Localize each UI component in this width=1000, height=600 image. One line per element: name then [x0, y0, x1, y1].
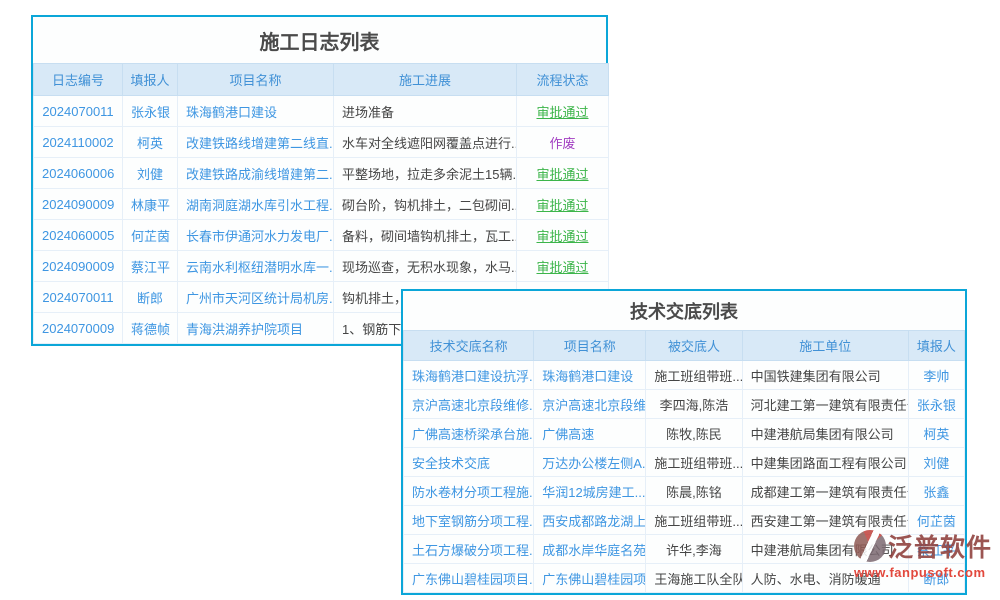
construction-unit-cell: 中建港航局集团有限公司 — [742, 419, 908, 448]
construction-log-title: 施工日志列表 — [33, 17, 606, 63]
reporter-cell[interactable]: 李帅 — [908, 361, 964, 390]
project-name-cell[interactable]: 青海洪湖养护院项目 — [178, 313, 334, 344]
disclosure-name-cell[interactable]: 珠海鹤港口建设抗浮... — [404, 361, 534, 390]
construction-unit-cell: 成都建工第一建筑有限责任公司 — [742, 477, 908, 506]
reporter-cell[interactable]: 何芷茵 — [123, 220, 178, 251]
log-id-cell[interactable]: 2024070011 — [34, 96, 123, 127]
receiver-cell: 施工班组带班... — [646, 506, 742, 535]
reporter-cell[interactable]: 蔡江平 — [123, 251, 178, 282]
table-row: 安全技术交底万达办公楼左侧A...施工班组带班...中建集团路面工程有限公司刘健 — [404, 448, 965, 477]
project-name-cell[interactable]: 广佛高速 — [534, 419, 646, 448]
project-name-column-header: 项目名称 — [534, 331, 646, 361]
status-cell[interactable]: 审批通过 — [517, 96, 609, 127]
receiver-cell: 施工班组带班... — [646, 448, 742, 477]
reporter-column-header: 填报人 — [123, 64, 178, 96]
table-row: 2024060005何芷茵长春市伊通河水力发电厂...备料，砌间墙钩机排土，瓦工… — [34, 220, 609, 251]
status-column-header: 流程状态 — [517, 64, 609, 96]
reporter-cell[interactable]: 柯英 — [123, 127, 178, 158]
project-name-cell[interactable]: 西安成都路龙湖上... — [534, 506, 646, 535]
project-name-cell[interactable]: 长春市伊通河水力发电厂... — [178, 220, 334, 251]
disclosure-name-cell[interactable]: 土石方爆破分项工程... — [404, 535, 534, 564]
progress-cell: 水车对全线遮阳网覆盖点进行... — [334, 127, 517, 158]
project-name-cell[interactable]: 珠海鹤港口建设 — [178, 96, 334, 127]
log-id-cell[interactable]: 2024060006 — [34, 158, 123, 189]
project-name-cell[interactable]: 广东佛山碧桂园项目 — [534, 564, 646, 593]
project-name-cell[interactable]: 改建铁路成渝线增建第二... — [178, 158, 334, 189]
table-row: 防水卷材分项工程施...华润12城房建工...陈晨,陈铭成都建工第一建筑有限责任… — [404, 477, 965, 506]
disclosure-name-cell[interactable]: 防水卷材分项工程施... — [404, 477, 534, 506]
status-cell[interactable]: 审批通过 — [517, 220, 609, 251]
progress-cell: 备料，砌间墙钩机排土，瓦工... — [334, 220, 517, 251]
log-id-cell[interactable]: 2024060005 — [34, 220, 123, 251]
fanpu-url-text: www.fanpusoft.com — [854, 565, 1000, 580]
progress-cell: 进场准备 — [334, 96, 517, 127]
reporter-cell[interactable]: 蒋德帧 — [123, 313, 178, 344]
receiver-cell: 施工班组带班... — [646, 361, 742, 390]
technical-disclosure-title: 技术交底列表 — [403, 291, 965, 330]
status-cell[interactable]: 审批通过 — [517, 189, 609, 220]
construction-unit-cell: 河北建工第一建筑有限责任公司 — [742, 390, 908, 419]
log-id-cell[interactable]: 2024110002 — [34, 127, 123, 158]
receiver-cell: 李四海,陈浩 — [646, 390, 742, 419]
log-id-cell[interactable]: 2024070011 — [34, 282, 123, 313]
reporter-cell[interactable]: 林康平 — [123, 189, 178, 220]
receiver-column-header: 被交底人 — [646, 331, 742, 361]
reporter-cell[interactable]: 张永银 — [123, 96, 178, 127]
disclosure-name-cell[interactable]: 广东佛山碧桂园项目... — [404, 564, 534, 593]
receiver-cell: 陈晨,陈铭 — [646, 477, 742, 506]
project-name-cell[interactable]: 改建铁路线增建第二线直... — [178, 127, 334, 158]
reporter-cell[interactable]: 张鑫 — [908, 477, 964, 506]
reporter-column-header: 填报人 — [908, 331, 964, 361]
construction-unit-cell: 中国铁建集团有限公司 — [742, 361, 908, 390]
project-name-cell[interactable]: 京沪高速北京段维修 — [534, 390, 646, 419]
reporter-cell[interactable]: 刘健 — [908, 448, 964, 477]
project-name-cell[interactable]: 万达办公楼左侧A... — [534, 448, 646, 477]
log-id-cell[interactable]: 2024070009 — [34, 313, 123, 344]
table-row: 广佛高速桥梁承台施...广佛高速陈牧,陈民中建港航局集团有限公司柯英 — [404, 419, 965, 448]
reporter-cell[interactable]: 柯英 — [908, 419, 964, 448]
progress-cell: 砌台阶，钩机排土，二包砌间... — [334, 189, 517, 220]
construction-unit-cell: 中建集团路面工程有限公司 — [742, 448, 908, 477]
status-cell[interactable]: 审批通过 — [517, 251, 609, 282]
receiver-cell: 王海施工队全队 — [646, 564, 742, 593]
progress-cell: 现场巡查，无积水现象，水马... — [334, 251, 517, 282]
status-cell[interactable]: 审批通过 — [517, 158, 609, 189]
table-row: 2024110002柯英改建铁路线增建第二线直...水车对全线遮阳网覆盖点进行.… — [34, 127, 609, 158]
project-name-cell[interactable]: 云南水利枢纽潜明水库一... — [178, 251, 334, 282]
disclosure-name-cell[interactable]: 安全技术交底 — [404, 448, 534, 477]
reporter-cell[interactable]: 断郎 — [123, 282, 178, 313]
project-name-cell[interactable]: 湖南洞庭湖水库引水工程... — [178, 189, 334, 220]
reporter-cell[interactable]: 刘健 — [123, 158, 178, 189]
table-row: 2024060006刘健改建铁路成渝线增建第二...平整场地，拉走多余泥土15辆… — [34, 158, 609, 189]
project-name-cell[interactable]: 成都水岸华庭名苑... — [534, 535, 646, 564]
project-name-cell[interactable]: 华润12城房建工... — [534, 477, 646, 506]
log-id-column-header: 日志编号 — [34, 64, 123, 96]
receiver-cell: 许华,李海 — [646, 535, 742, 564]
table-row: 2024090009蔡江平云南水利枢纽潜明水库一...现场巡查，无积水现象，水马… — [34, 251, 609, 282]
fanpu-watermark: 泛普软件 www.fanpusoft.com — [854, 528, 1000, 580]
log-id-cell[interactable]: 2024090009 — [34, 189, 123, 220]
project-name-cell[interactable]: 珠海鹤港口建设 — [534, 361, 646, 390]
receiver-cell: 陈牧,陈民 — [646, 419, 742, 448]
project-name-cell[interactable]: 广州市天河区统计局机房... — [178, 282, 334, 313]
construction-unit-column-header: 施工单位 — [742, 331, 908, 361]
project-name-column-header: 项目名称 — [178, 64, 334, 96]
fanpu-brand-text: 泛普软件 — [888, 528, 992, 564]
table-row: 京沪高速北京段维修...京沪高速北京段维修李四海,陈浩河北建工第一建筑有限责任公… — [404, 390, 965, 419]
construction-log-header-row: 日志编号填报人项目名称施工进展流程状态 — [34, 64, 609, 96]
table-row: 2024070011张永银珠海鹤港口建设进场准备审批通过 — [34, 96, 609, 127]
status-cell: 作废 — [517, 127, 609, 158]
log-id-cell[interactable]: 2024090009 — [34, 251, 123, 282]
technical-disclosure-header-row: 技术交底名称项目名称被交底人施工单位填报人 — [404, 331, 965, 361]
table-row: 2024090009林康平湖南洞庭湖水库引水工程...砌台阶，钩机排土，二包砌间… — [34, 189, 609, 220]
progress-cell: 平整场地，拉走多余泥土15辆... — [334, 158, 517, 189]
progress-column-header: 施工进展 — [334, 64, 517, 96]
disclosure-name-cell[interactable]: 广佛高速桥梁承台施... — [404, 419, 534, 448]
disclosure-name-cell[interactable]: 京沪高速北京段维修... — [404, 390, 534, 419]
disclosure-name-column-header: 技术交底名称 — [404, 331, 534, 361]
fanpu-logo-icon — [854, 530, 886, 562]
disclosure-name-cell[interactable]: 地下室钢筋分项工程... — [404, 506, 534, 535]
table-row: 珠海鹤港口建设抗浮...珠海鹤港口建设施工班组带班...中国铁建集团有限公司李帅 — [404, 361, 965, 390]
reporter-cell[interactable]: 张永银 — [908, 390, 964, 419]
